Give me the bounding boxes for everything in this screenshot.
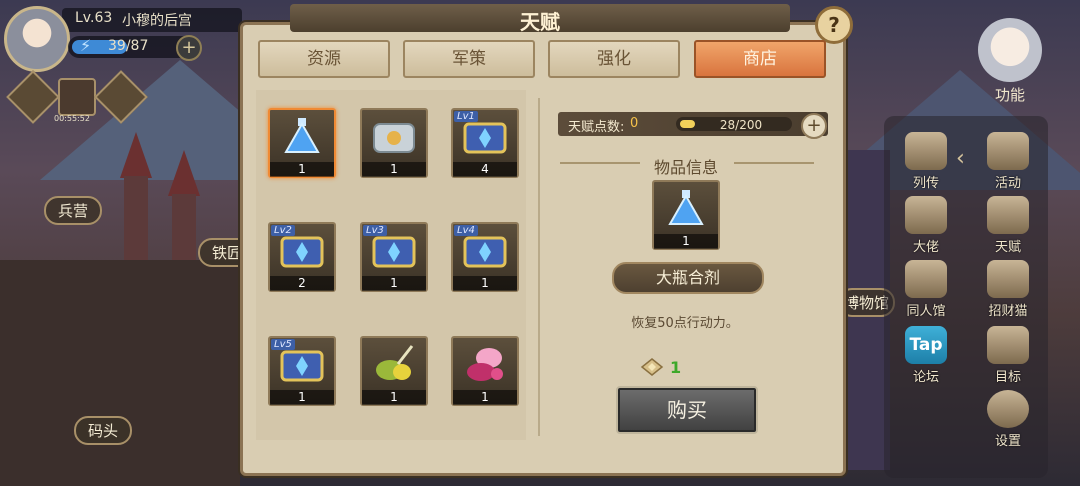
side-item-label: 同人馆 xyxy=(906,304,946,319)
treasure-chest-icon xyxy=(463,116,507,156)
lightning-icon: ⚡ xyxy=(80,36,92,55)
side-item-label: 目标 xyxy=(994,370,1021,385)
item-slot-chest-lv2[interactable]: Lv2 2 xyxy=(268,222,336,292)
item-info-header: 物品信息 xyxy=(653,158,718,177)
talent-icon xyxy=(987,196,1029,234)
item-slot-blue-potion[interactable]: 1 xyxy=(268,108,336,178)
player-name: 小穆的后宫 xyxy=(122,13,192,29)
item-slot-chest-lv1[interactable]: Lv1 4 xyxy=(451,108,519,178)
item-price: 1 xyxy=(670,358,682,377)
target-icon xyxy=(987,326,1029,364)
tower-roof xyxy=(168,150,200,196)
collapse-arrow-icon[interactable]: ‹ xyxy=(956,146,965,171)
selected-item-preview: 1 xyxy=(652,180,720,250)
side-item-lucky-cat[interactable]: 招财猫 xyxy=(978,260,1038,322)
divider-line xyxy=(734,162,814,164)
item-name: 大瓶合剂 xyxy=(612,262,764,294)
item-count: 1 xyxy=(654,234,718,249)
gallery-icon xyxy=(905,260,947,298)
treasure-chest-icon xyxy=(280,344,324,384)
dialog-title: 天赋 xyxy=(520,10,560,34)
star-badge-icon xyxy=(987,132,1029,170)
lucky-cat-icon xyxy=(987,260,1029,298)
item-slot-silver-chest[interactable]: 1 xyxy=(360,108,428,178)
item-slot-chest-lv5[interactable]: Lv5 1 xyxy=(268,336,336,406)
side-item-label: 论坛 xyxy=(912,370,939,385)
treasure-chest-icon xyxy=(463,230,507,270)
item-count: 4 xyxy=(453,162,517,177)
side-item-label: 招财猫 xyxy=(988,304,1028,319)
talent-points-label: 天赋点数: xyxy=(568,120,625,135)
side-item-boss[interactable]: 大佬 xyxy=(896,196,956,258)
side-item-goal[interactable]: 目标 xyxy=(978,326,1038,388)
town-label-barracks[interactable]: 兵营 xyxy=(44,196,103,225)
talent-points-value: 0 xyxy=(630,116,639,131)
tab-enhance[interactable]: 强化 xyxy=(548,40,680,78)
item-slot-chest-lv3[interactable]: Lv3 1 xyxy=(360,222,428,292)
blue-potion-icon xyxy=(280,116,324,156)
treasure-chest-icon xyxy=(280,230,324,270)
item-count: 1 xyxy=(362,276,426,291)
gear-icon xyxy=(987,390,1029,428)
green-food-icon xyxy=(372,344,416,384)
town-houses xyxy=(0,260,240,486)
boss-icon xyxy=(905,196,947,234)
side-item-label: 天赋 xyxy=(994,240,1021,255)
side-item-label: 活动 xyxy=(994,176,1021,191)
side-item-gallery[interactable]: 同人馆 xyxy=(896,260,956,322)
item-count: 2 xyxy=(270,276,334,291)
item-description: 恢复50点行动力。 xyxy=(631,316,739,331)
side-item-events[interactable]: 活动 xyxy=(978,132,1038,194)
talent-currency-icon xyxy=(640,357,664,377)
blue-potion-icon xyxy=(664,188,708,228)
tab-strategy[interactable]: 军策 xyxy=(403,40,535,78)
player-level: Lv.63 xyxy=(75,10,113,26)
treasure-timer: 00:55:52 xyxy=(54,114,90,123)
add-energy-button[interactable]: + xyxy=(176,35,202,61)
function-avatar-icon xyxy=(978,18,1042,82)
side-item-label: 列传 xyxy=(912,176,939,191)
tower-roof xyxy=(120,132,152,178)
side-item-forum[interactable]: Tap 论坛 xyxy=(896,326,956,388)
talent-progress-fill xyxy=(680,120,695,128)
function-label: 功能 xyxy=(994,86,1025,104)
item-count: 1 xyxy=(453,390,517,405)
talent-progress-text: 28/200 xyxy=(719,118,763,132)
side-item-biography[interactable]: 列传 xyxy=(896,132,956,194)
buy-button[interactable]: 购买 xyxy=(616,386,758,434)
item-count: 1 xyxy=(270,162,334,177)
town-label-dock[interactable]: 码头 xyxy=(74,416,133,445)
tab-resources[interactable]: 资源 xyxy=(258,40,390,78)
side-item-talent[interactable]: 天赋 xyxy=(978,196,1038,258)
side-item-label: 大佬 xyxy=(912,240,939,255)
side-item-settings[interactable]: 设置 xyxy=(978,390,1038,452)
item-count: 1 xyxy=(453,276,517,291)
energy-value: 39/87 xyxy=(108,38,149,54)
side-item-label: 设置 xyxy=(994,434,1021,449)
item-count: 1 xyxy=(270,390,334,405)
help-button[interactable]: ? xyxy=(815,6,853,44)
item-slot-green-food[interactable]: 1 xyxy=(360,336,428,406)
tab-shop[interactable]: 商店 xyxy=(694,40,826,78)
item-slot-chest-lv4[interactable]: Lv4 1 xyxy=(451,222,519,292)
silver-chest-icon xyxy=(372,116,416,156)
function-button[interactable]: 功能 xyxy=(970,18,1050,108)
pink-food-icon xyxy=(463,344,507,384)
item-count: 1 xyxy=(362,162,426,177)
treasure-chest-icon xyxy=(372,230,416,270)
player-avatar[interactable] xyxy=(4,6,70,72)
tap-icon: Tap xyxy=(905,326,947,364)
item-slot-pink-food[interactable]: 1 xyxy=(451,336,519,406)
panel-divider xyxy=(538,98,540,436)
divider-line xyxy=(560,162,640,164)
treasure-icon[interactable] xyxy=(58,78,96,116)
scroll-icon xyxy=(905,132,947,170)
item-count: 1 xyxy=(362,390,426,405)
add-talent-points-button[interactable]: + xyxy=(801,113,827,139)
